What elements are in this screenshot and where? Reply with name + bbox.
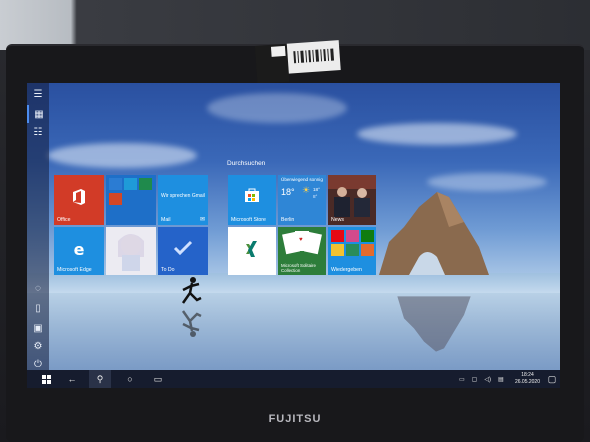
monitor-screen: ☰ ▦ ☷ ◌ ▯ ▣ ⚙ ⏻ Durchsuchen Office Wir s… bbox=[27, 83, 560, 388]
weather-tile[interactable]: Überwiegend sonnig 18° ☀ 18° 8° Berlin bbox=[278, 175, 326, 225]
game-icon-3 bbox=[361, 244, 374, 256]
office-icon bbox=[69, 187, 89, 207]
weather-condition: Überwiegend sonnig bbox=[281, 177, 323, 182]
start-menu-rail: ☰ ▦ ☷ ◌ ▯ ▣ ⚙ ⏻ bbox=[27, 83, 49, 370]
cards-icon: ♥ bbox=[282, 231, 322, 255]
taskbar: ← ⚲ ○ ▭ ▭ ▢ ◁) ▤ 18:24 26.05.2020 ▢ bbox=[27, 370, 560, 388]
clock-date: 26.05.2020 bbox=[514, 378, 540, 385]
back-arrow-icon[interactable]: ← bbox=[61, 370, 83, 388]
settings-icon[interactable]: ⚙ bbox=[27, 337, 49, 355]
hamburger-icon[interactable]: ☰ bbox=[27, 85, 49, 103]
list-icon[interactable]: ☷ bbox=[27, 123, 49, 141]
store-bag-icon bbox=[242, 185, 262, 205]
office-apps-tile[interactable] bbox=[106, 175, 156, 225]
weather-city: Berlin bbox=[281, 217, 295, 223]
notification-icon[interactable]: ▢ bbox=[544, 370, 560, 388]
app-icon bbox=[346, 230, 359, 242]
task-view-icon[interactable]: ▭ bbox=[147, 370, 169, 388]
user-icon[interactable]: ◌ bbox=[27, 279, 49, 297]
tile-group-title: Durchsuchen bbox=[227, 160, 266, 167]
news-tile-label: News bbox=[331, 217, 344, 223]
search-icon[interactable]: ⚲ bbox=[89, 370, 111, 388]
play-tile-label: Wiedergeben bbox=[331, 267, 362, 273]
svg-text:♥: ♥ bbox=[299, 237, 303, 243]
news-tile[interactable]: News bbox=[328, 175, 376, 225]
pictures-icon[interactable]: ▣ bbox=[27, 319, 49, 337]
rock-formation bbox=[379, 192, 489, 275]
photo-thumbnail bbox=[106, 227, 156, 275]
battery-icon[interactable]: ▭ bbox=[459, 376, 465, 383]
xing-tile[interactable] bbox=[228, 227, 276, 275]
weather-low: 8° bbox=[313, 194, 318, 199]
edge-tile[interactable]: e Microsoft Edge bbox=[54, 227, 104, 275]
solitaire-tile[interactable]: ♥ Microsoft Solitaire Collection bbox=[278, 227, 326, 275]
play-tile[interactable]: Wiedergeben bbox=[328, 227, 376, 275]
volume-icon[interactable]: ◁) bbox=[484, 376, 491, 383]
todo-tile[interactable]: To Do bbox=[158, 227, 208, 275]
excel-icon bbox=[139, 178, 152, 190]
tiles-icon[interactable]: ▦ bbox=[27, 105, 49, 123]
mail-tile[interactable]: Wir sprechen Gmail Mail ✉ bbox=[158, 175, 208, 225]
office-tile-label: Office bbox=[57, 217, 71, 223]
cortana-icon[interactable]: ○ bbox=[119, 370, 141, 388]
network-icon[interactable]: ▢ bbox=[472, 376, 478, 383]
system-tray: ▭ ▢ ◁) ▤ bbox=[459, 370, 504, 388]
outlook-icon bbox=[124, 178, 137, 190]
store-tile[interactable]: Microsoft Store bbox=[228, 175, 276, 225]
keyboard-icon[interactable]: ▤ bbox=[498, 376, 504, 383]
office-tile[interactable]: Office bbox=[54, 175, 104, 225]
edge-icon: e bbox=[73, 239, 85, 259]
xbox-icon bbox=[361, 230, 374, 242]
taskbar-clock[interactable]: 18:24 26.05.2020 bbox=[515, 372, 540, 385]
weather-temperature: 18° bbox=[281, 187, 295, 197]
photo-frame: ☰ ▦ ☷ ◌ ▯ ▣ ⚙ ⏻ Durchsuchen Office Wir s… bbox=[0, 0, 590, 442]
mail-promo-text: Wir sprechen Gmail bbox=[161, 193, 205, 199]
powerpoint-icon bbox=[109, 193, 122, 205]
runner-silhouette bbox=[181, 277, 202, 304]
photos-tile[interactable] bbox=[106, 227, 156, 275]
xing-icon bbox=[242, 239, 262, 261]
todo-tile-label: To Do bbox=[161, 267, 175, 273]
windows-start-icon[interactable] bbox=[35, 370, 57, 388]
weather-high: 18° bbox=[313, 187, 320, 192]
sun-icon: ☀ bbox=[302, 185, 311, 195]
monitor-brand-logo: FUJITSU bbox=[268, 413, 322, 425]
game-icon bbox=[331, 244, 344, 256]
document-icon[interactable]: ▯ bbox=[27, 299, 49, 317]
netflix-icon bbox=[331, 230, 344, 242]
game-icon-2 bbox=[346, 244, 359, 256]
store-tile-label: Microsoft Store bbox=[231, 217, 266, 223]
barcode-sticker bbox=[254, 40, 341, 84]
checkmark-icon bbox=[172, 237, 194, 259]
solitaire-tile-label: Microsoft Solitaire Collection bbox=[281, 263, 316, 273]
word-icon bbox=[109, 178, 122, 190]
mail-icon: ✉ bbox=[199, 217, 205, 223]
mail-tile-label: Mail bbox=[161, 217, 171, 223]
edge-tile-label: Microsoft Edge bbox=[57, 267, 92, 273]
